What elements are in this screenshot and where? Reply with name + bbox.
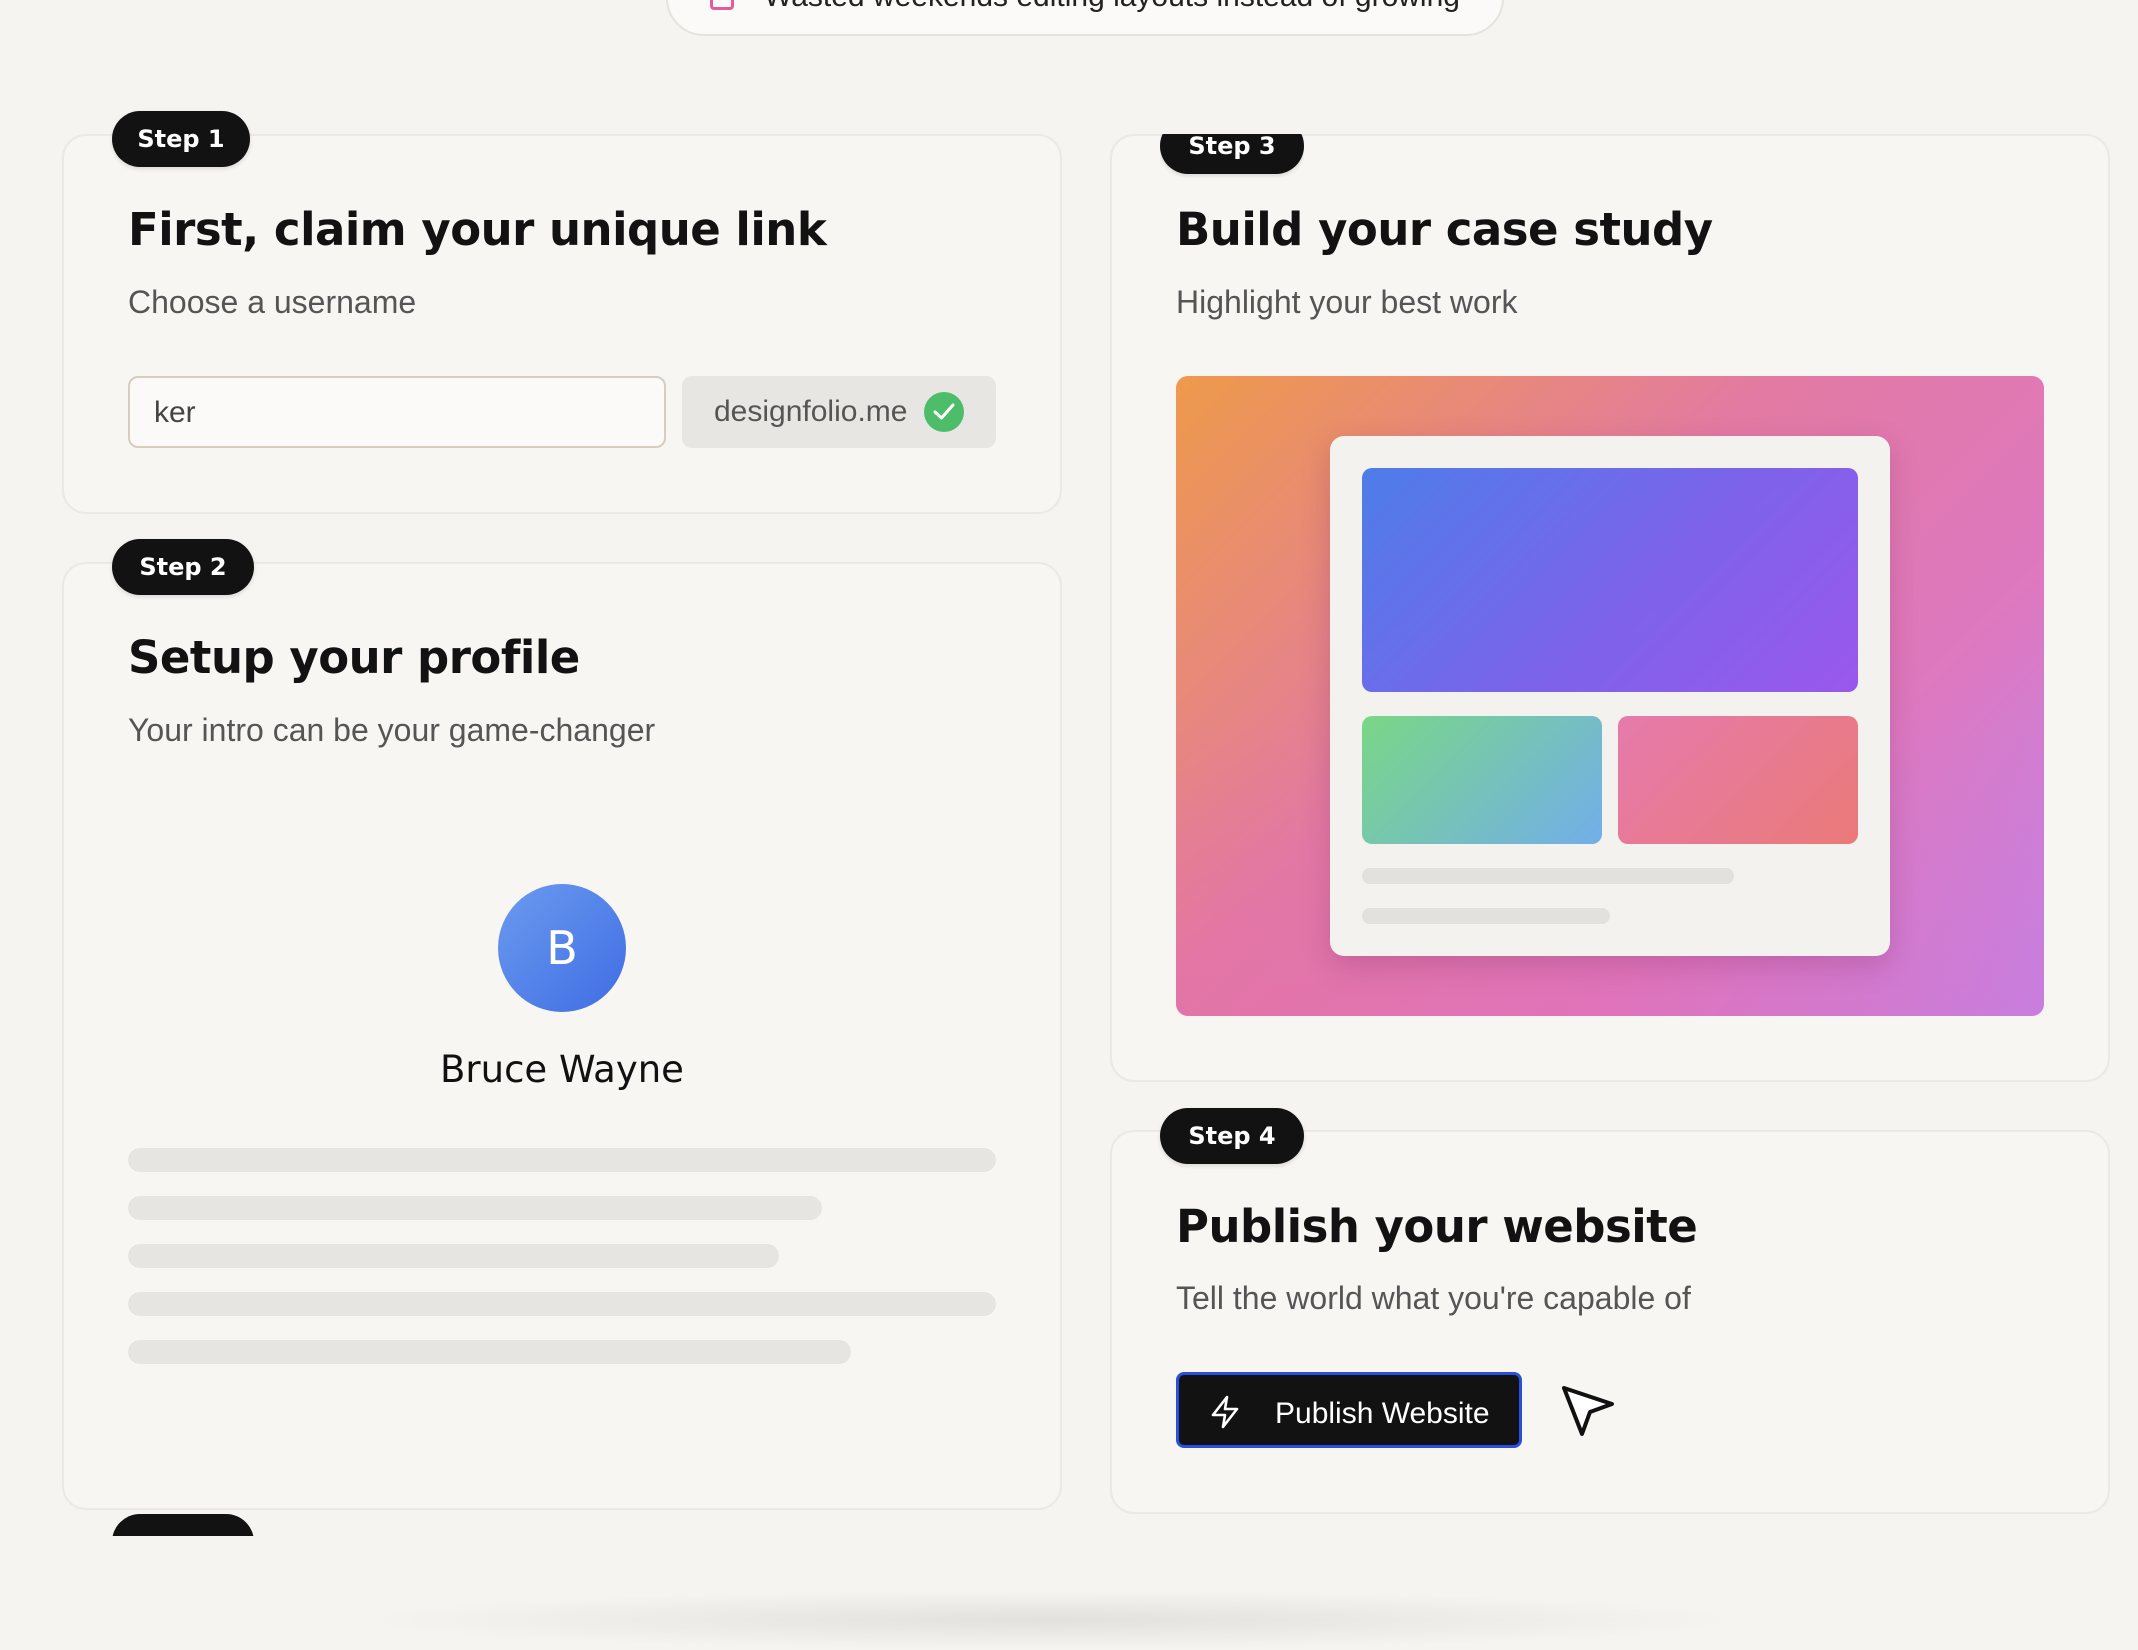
step3-title: Build your case study [1176, 203, 1713, 256]
pointer-cursor-icon [1560, 1384, 1616, 1445]
profile-name: Bruce Wayne [440, 1048, 684, 1091]
mockup-text-line [1362, 908, 1610, 924]
mockup-image-pink [1618, 716, 1858, 844]
step2-title: Setup your profile [128, 631, 580, 684]
avatar: B [498, 884, 626, 1012]
username-input[interactable]: ker [128, 376, 666, 448]
step4-subtitle: Tell the world what you're capable of [1176, 1280, 1691, 1316]
mockup-hero-image [1362, 468, 1858, 692]
lightning-bolt-icon [1209, 1395, 1241, 1434]
domain-suffix: designfolio.me [682, 376, 996, 448]
bio-placeholder-line [128, 1244, 779, 1268]
step4-card [1110, 1130, 2110, 1514]
check-circle-icon [924, 392, 964, 432]
bio-placeholder-line [128, 1340, 851, 1364]
bottom-shadow [350, 1590, 1750, 1650]
mockup-text-line [1362, 868, 1734, 884]
username-value: ker [154, 396, 196, 429]
publish-website-button[interactable]: Publish Website [1176, 1372, 1522, 1448]
domain-text: designfolio.me [714, 395, 908, 428]
top-banner-pill: Wasted weekends editing layouts instead … [666, 0, 1504, 36]
step1-badge: Step 1 [112, 111, 250, 167]
step3-subtitle: Highlight your best work [1176, 284, 1518, 320]
step2-subtitle: Your intro can be your game-changer [128, 712, 656, 748]
step1-title: First, claim your unique link [128, 203, 827, 256]
step1-card [62, 134, 1062, 514]
step2-badge: Step 2 [112, 539, 254, 595]
bio-placeholder-line [128, 1148, 996, 1172]
bio-placeholder-line [128, 1292, 996, 1316]
bio-placeholder-line [128, 1196, 822, 1220]
step4-badge: Step 4 [1160, 1108, 1304, 1164]
step3-badge: Step 3 [1160, 134, 1304, 174]
step2-card [62, 562, 1062, 1510]
banner-text: Wasted weekends editing layouts instead … [764, 0, 1460, 14]
next-step-badge-partial [112, 1514, 254, 1536]
calendar-icon [710, 0, 734, 10]
case-study-mockup [1330, 436, 1890, 956]
step3-badge-wrap: Step 3 [1160, 134, 1304, 178]
step4-title: Publish your website [1176, 1200, 1698, 1253]
mockup-image-green [1362, 716, 1602, 844]
step1-subtitle: Choose a username [128, 284, 417, 320]
publish-website-label: Publish Website [1275, 1397, 1490, 1430]
